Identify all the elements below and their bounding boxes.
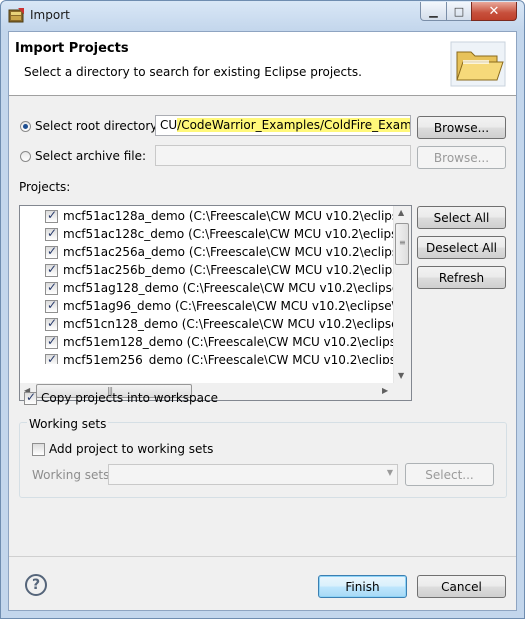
working-sets-group-label: Working sets: [27, 417, 109, 431]
header-title: Import Projects: [15, 41, 129, 56]
project-name: mcf51ac128a_demo (C:\Freescale\CW MCU v1…: [63, 209, 393, 223]
folder-icon: [450, 41, 506, 87]
project-checkbox[interactable]: [45, 208, 58, 223]
select-all-button[interactable]: Select All: [417, 206, 506, 229]
project-checkbox[interactable]: [45, 226, 58, 241]
root-directory-prefix: CU: [160, 118, 178, 132]
root-directory-radio[interactable]: [20, 121, 31, 132]
minimize-button[interactable]: ▁: [420, 2, 447, 21]
project-name: mcf51ag96_demo (C:\Freescale\CW MCU v10.…: [63, 299, 393, 313]
project-name: mcf51ac256a_demo (C:\Freescale\CW MCU v1…: [63, 245, 393, 259]
root-directory-highlighted: /CodeWarrior_Examples/ColdFire_Examples: [177, 118, 410, 132]
add-to-working-sets-checkbox[interactable]: [32, 443, 45, 456]
list-item[interactable]: mcf51ag96_demo (C:\Freescale\CW MCU v10.…: [20, 298, 393, 316]
working-sets-field-label: Working sets:: [32, 468, 114, 482]
copy-projects-checkbox[interactable]: [24, 390, 37, 405]
list-item[interactable]: mcf51em256_demo (C:\Freescale\CW MCU v10…: [20, 352, 393, 364]
project-checkbox[interactable]: [45, 244, 58, 259]
list-item[interactable]: mcf51ac128c_demo (C:\Freescale\CW MCU v1…: [20, 226, 393, 244]
vertical-scrollbar[interactable]: ▲ ≡ ▼: [393, 206, 411, 384]
list-item[interactable]: mcf51ac256a_demo (C:\Freescale\CW MCU v1…: [20, 244, 393, 262]
deselect-all-button[interactable]: Deselect All: [417, 236, 506, 259]
close-icon: ✕: [488, 3, 500, 19]
maximize-button[interactable]: □: [446, 2, 472, 21]
project-checkbox[interactable]: [45, 298, 58, 313]
minimize-icon: ▁: [429, 4, 438, 18]
browse-directory-button[interactable]: Browse...: [417, 116, 506, 139]
scroll-right-icon[interactable]: ▶: [382, 386, 388, 395]
maximize-icon: □: [453, 4, 465, 18]
archive-file-radio[interactable]: [20, 151, 31, 162]
project-checkbox[interactable]: [45, 334, 58, 349]
add-to-working-sets-label: Add project to working sets: [49, 442, 214, 456]
dialog-client-area: Import Projects Select a directory to se…: [8, 31, 517, 611]
list-item[interactable]: mcf51ac256b_demo (C:\Freescale\CW MCU v1…: [20, 262, 393, 280]
project-checkbox[interactable]: [45, 280, 58, 295]
eclipse-app-icon: [8, 8, 24, 23]
list-item[interactable]: mcf51cn128_demo (C:\Freescale\CW MCU v10…: [20, 316, 393, 334]
root-directory-label: Select root directory:: [35, 119, 161, 133]
list-item[interactable]: mcf51ac128a_demo (C:\Freescale\CW MCU v1…: [20, 208, 393, 226]
chevron-down-icon: ▼: [386, 468, 393, 477]
finish-button[interactable]: Finish: [318, 575, 407, 598]
project-checkbox[interactable]: [45, 262, 58, 277]
working-sets-combo[interactable]: ▼: [108, 464, 398, 485]
scroll-corner: [394, 383, 411, 400]
project-name: mcf51em256_demo (C:\Freescale\CW MCU v10…: [63, 353, 393, 364]
cancel-button[interactable]: Cancel: [417, 575, 506, 598]
project-name: mcf51ac256b_demo (C:\Freescale\CW MCU v1…: [63, 263, 393, 277]
project-name: mcf51cn128_demo (C:\Freescale\CW MCU v10…: [63, 317, 393, 331]
projects-label: Projects:: [19, 180, 71, 194]
project-name: mcf51ac128c_demo (C:\Freescale\CW MCU v1…: [63, 227, 393, 241]
close-button[interactable]: ✕: [471, 2, 517, 21]
scroll-up-icon[interactable]: ▲: [398, 208, 404, 217]
scroll-down-icon[interactable]: ▼: [398, 371, 404, 380]
list-item[interactable]: mcf51em128_demo (C:\Freescale\CW MCU v10…: [20, 334, 393, 352]
archive-file-label: Select archive file:: [35, 149, 147, 163]
archive-file-input[interactable]: [155, 145, 411, 166]
project-checkbox[interactable]: [45, 352, 58, 364]
projects-list[interactable]: mcf51ac128a_demo (C:\Freescale\CW MCU v1…: [19, 205, 412, 401]
browse-archive-button[interactable]: Browse...: [417, 146, 506, 169]
refresh-button[interactable]: Refresh: [417, 266, 506, 289]
copy-projects-label: Copy projects into workspace: [41, 391, 219, 405]
title-bar[interactable]: Import ▁ □ ✕: [1, 1, 524, 31]
root-directory-input[interactable]: CU/CodeWarrior_Examples/ColdFire_Example…: [155, 115, 411, 136]
vertical-scroll-thumb[interactable]: ≡: [395, 223, 409, 265]
header-subtitle: Select a directory to search for existin…: [24, 65, 362, 79]
import-dialog-window: Import ▁ □ ✕ Import Projects Select a di…: [0, 0, 525, 619]
footer-separator: [9, 556, 516, 557]
project-name: mcf51ag128_demo (C:\Freescale\CW MCU v10…: [63, 281, 393, 295]
select-working-sets-button[interactable]: Select...: [405, 463, 494, 486]
window-title: Import: [30, 8, 70, 22]
working-sets-group: [19, 422, 507, 498]
list-item[interactable]: mcf51ag128_demo (C:\Freescale\CW MCU v10…: [20, 280, 393, 298]
help-icon[interactable]: ?: [25, 574, 47, 596]
dialog-header: Import Projects Select a directory to se…: [9, 32, 516, 96]
project-checkbox[interactable]: [45, 316, 58, 331]
project-name: mcf51em128_demo (C:\Freescale\CW MCU v10…: [63, 335, 393, 349]
